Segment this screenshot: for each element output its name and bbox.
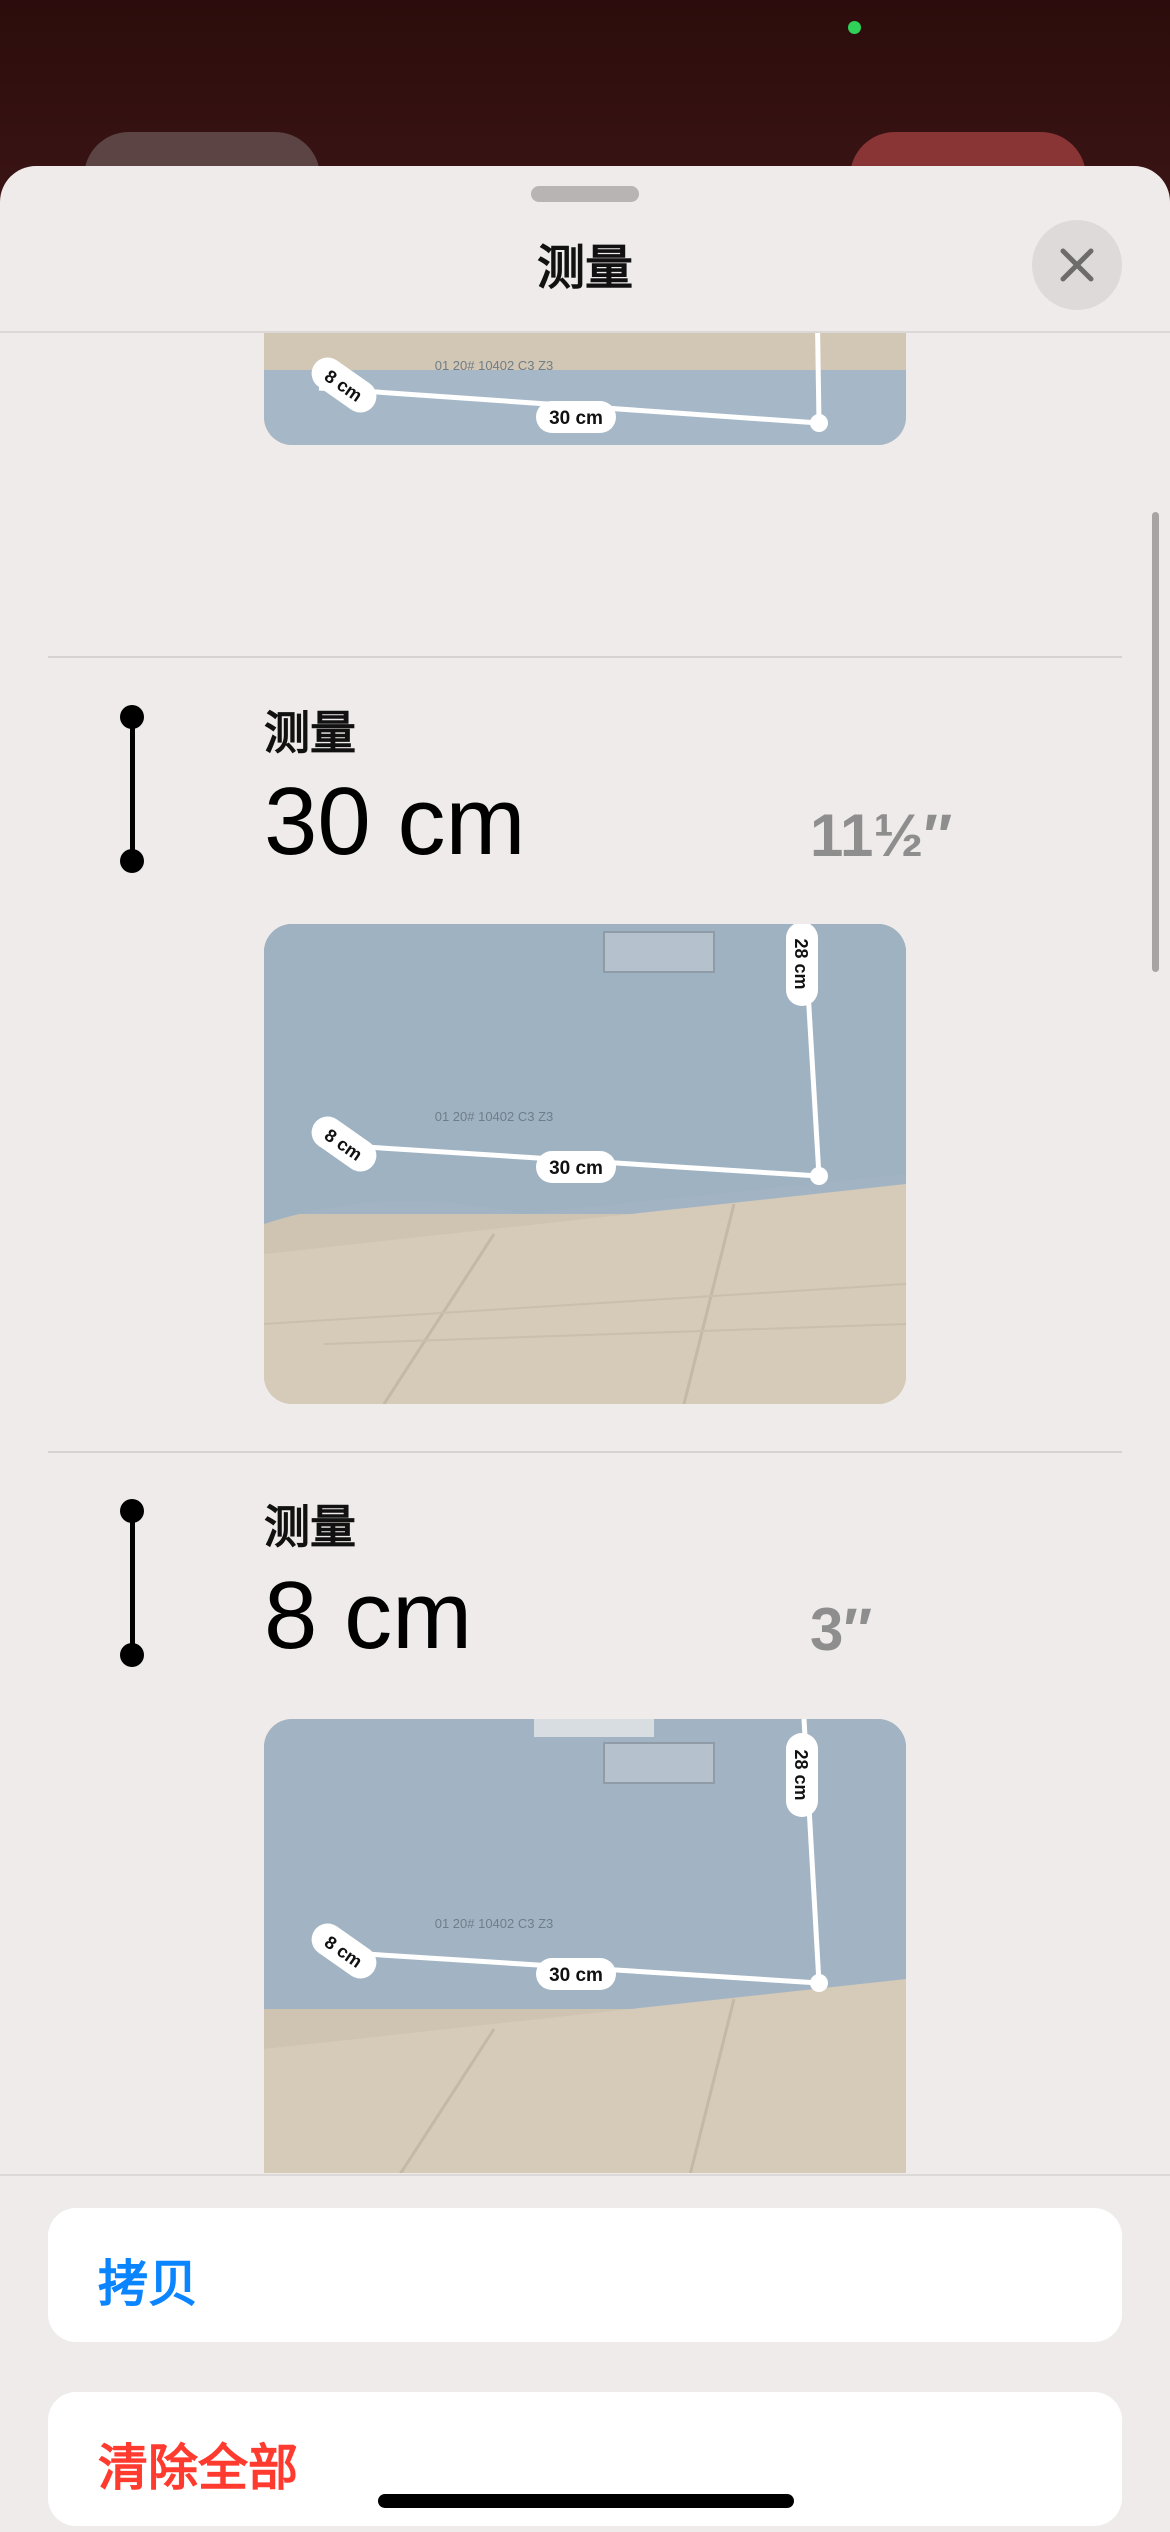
photo-height-label: 28 cm: [791, 938, 811, 989]
photo-package-print: 01 20# 10402 C3 Z3: [435, 1916, 554, 1931]
copy-button[interactable]: 拷贝: [48, 2208, 1122, 2342]
clear-all-button-label: 清除全部: [98, 2440, 298, 2496]
photo-length-label: 30 cm: [549, 1158, 603, 1179]
sheet-grabber[interactable]: [531, 186, 639, 202]
close-button[interactable]: [1032, 220, 1122, 310]
measurement-value: 8 cm: [264, 1562, 473, 1669]
sheet-title: 测量: [536, 242, 633, 295]
measurement-imperial: 3″: [810, 1596, 873, 1663]
photo-package-print: 01 20# 10402 C3 Z3: [435, 358, 554, 373]
measurement-photo[interactable]: 30 cm 01 20# 10402 C3 Z3 8 cm 28 cm: [264, 1719, 906, 2173]
close-icon: [1060, 248, 1094, 282]
footer-divider: [0, 2174, 1170, 2176]
photo-length-label: 30 cm: [549, 408, 603, 429]
camera-in-use-indicator: [848, 21, 861, 34]
home-indicator[interactable]: [378, 2494, 794, 2508]
measurements-sheet: 测量 30 cm 01 20# 10402 C3 Z3 8 cm 测量 30 c…: [0, 166, 1170, 2532]
measurement-value: 30 cm: [264, 768, 526, 875]
photo-height-label: 28 cm: [791, 1749, 811, 1800]
scrollbar[interactable]: [1152, 512, 1159, 972]
measurement-label: 测量: [264, 1501, 356, 1553]
measurement-line-icon: [120, 705, 144, 873]
measurement-label: 测量: [264, 707, 356, 759]
row-divider: [48, 1451, 1122, 1453]
measurement-list[interactable]: 30 cm 01 20# 10402 C3 Z3 8 cm 测量 30 cm 1…: [0, 333, 1170, 2173]
measurement-imperial: 11½″: [810, 802, 953, 869]
photo-package-print: 01 20# 10402 C3 Z3: [435, 1109, 554, 1124]
copy-button-label: 拷贝: [98, 2256, 198, 2312]
row-divider: [48, 656, 1122, 658]
measurement-photo-previous: 30 cm 01 20# 10402 C3 Z3 8 cm: [264, 333, 906, 445]
measurement-line-icon: [120, 1499, 144, 1667]
photo-length-label: 30 cm: [549, 1965, 603, 1986]
measurement-photo[interactable]: 30 cm 01 20# 10402 C3 Z3 8 cm 28 cm: [264, 924, 906, 1404]
